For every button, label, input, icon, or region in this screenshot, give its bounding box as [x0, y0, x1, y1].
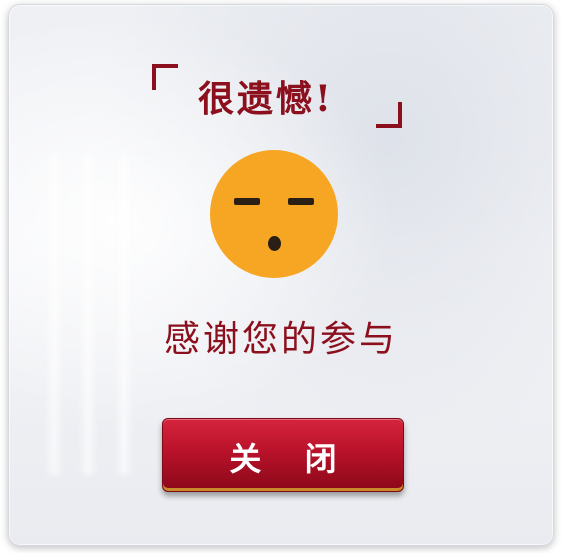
- dialog-title: 很遗憾!: [198, 78, 334, 120]
- dialog-title-area: 很遗憾!: [152, 64, 402, 128]
- sad-face-icon: [210, 150, 338, 278]
- left-eye: [234, 198, 260, 205]
- right-bracket-icon: [376, 102, 402, 128]
- left-bracket-icon: [152, 64, 178, 90]
- mouth: [268, 236, 281, 251]
- close-button[interactable]: 关 闭: [162, 418, 404, 492]
- right-eye: [288, 198, 314, 205]
- thanks-message: 感谢您的参与: [163, 319, 398, 360]
- close-button-label: 关 闭: [229, 440, 353, 478]
